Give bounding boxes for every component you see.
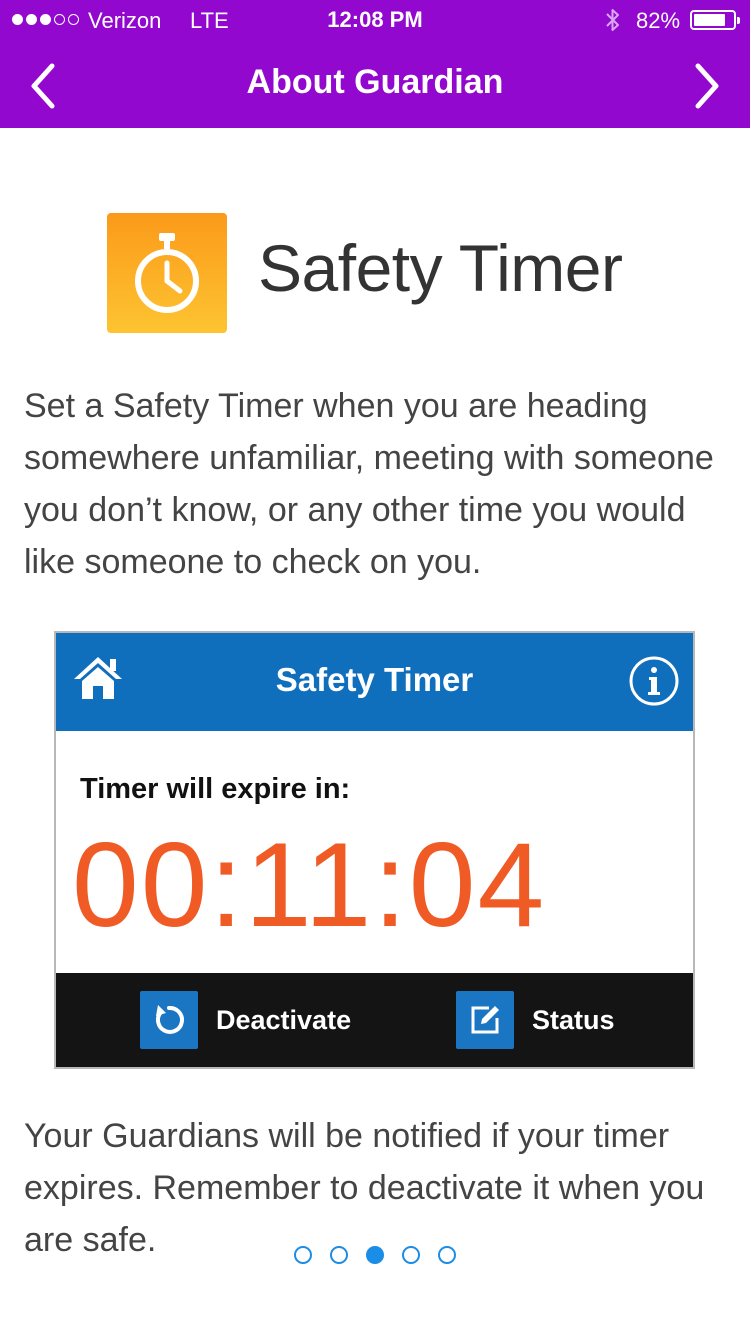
guardians-note: Your Guardians will be notified if your … xyxy=(24,1117,705,1259)
page-title: About Guardian xyxy=(246,63,504,101)
info-icon xyxy=(629,656,679,706)
undo-icon xyxy=(140,991,198,1049)
bluetooth-icon xyxy=(606,9,619,31)
status-bar: Verizon LTE 12:08 PM 82% xyxy=(0,0,750,40)
preview-title: Safety Timer xyxy=(275,661,474,698)
battery-percent: 82% xyxy=(636,8,681,33)
battery-nub xyxy=(737,17,740,24)
feature-description: Set a Safety Timer when you are heading … xyxy=(24,387,714,581)
status-label: Status xyxy=(532,1004,615,1035)
page-dot[interactable] xyxy=(366,1246,384,1264)
chevron-right-icon[interactable] xyxy=(682,58,730,114)
page-dot[interactable] xyxy=(438,1246,456,1264)
safety-timer-preview: Safety Timer Timer will expire in: 00:11… xyxy=(54,631,695,1069)
battery-icon xyxy=(690,10,740,30)
feature-title: Safety Timer xyxy=(258,231,623,305)
stopwatch-icon xyxy=(107,213,227,333)
battery-fill xyxy=(694,14,725,26)
page-dot[interactable] xyxy=(294,1246,312,1264)
page-dot[interactable] xyxy=(402,1246,420,1264)
page-indicator[interactable] xyxy=(294,1246,456,1264)
deactivate-button: Deactivate xyxy=(140,991,351,1049)
page-dot[interactable] xyxy=(330,1246,348,1264)
app-header: Verizon LTE 12:08 PM 82% About Guardian xyxy=(0,0,750,128)
status-button: Status xyxy=(456,991,693,1049)
countdown-value: 00:11:04 xyxy=(72,818,547,952)
edit-icon xyxy=(456,991,514,1049)
deactivate-label: Deactivate xyxy=(216,1004,352,1035)
preview-header: Safety Timer xyxy=(56,633,693,731)
timer-label: Timer will expire in: xyxy=(80,773,351,805)
preview-actions: Deactivate Status xyxy=(56,973,693,1067)
